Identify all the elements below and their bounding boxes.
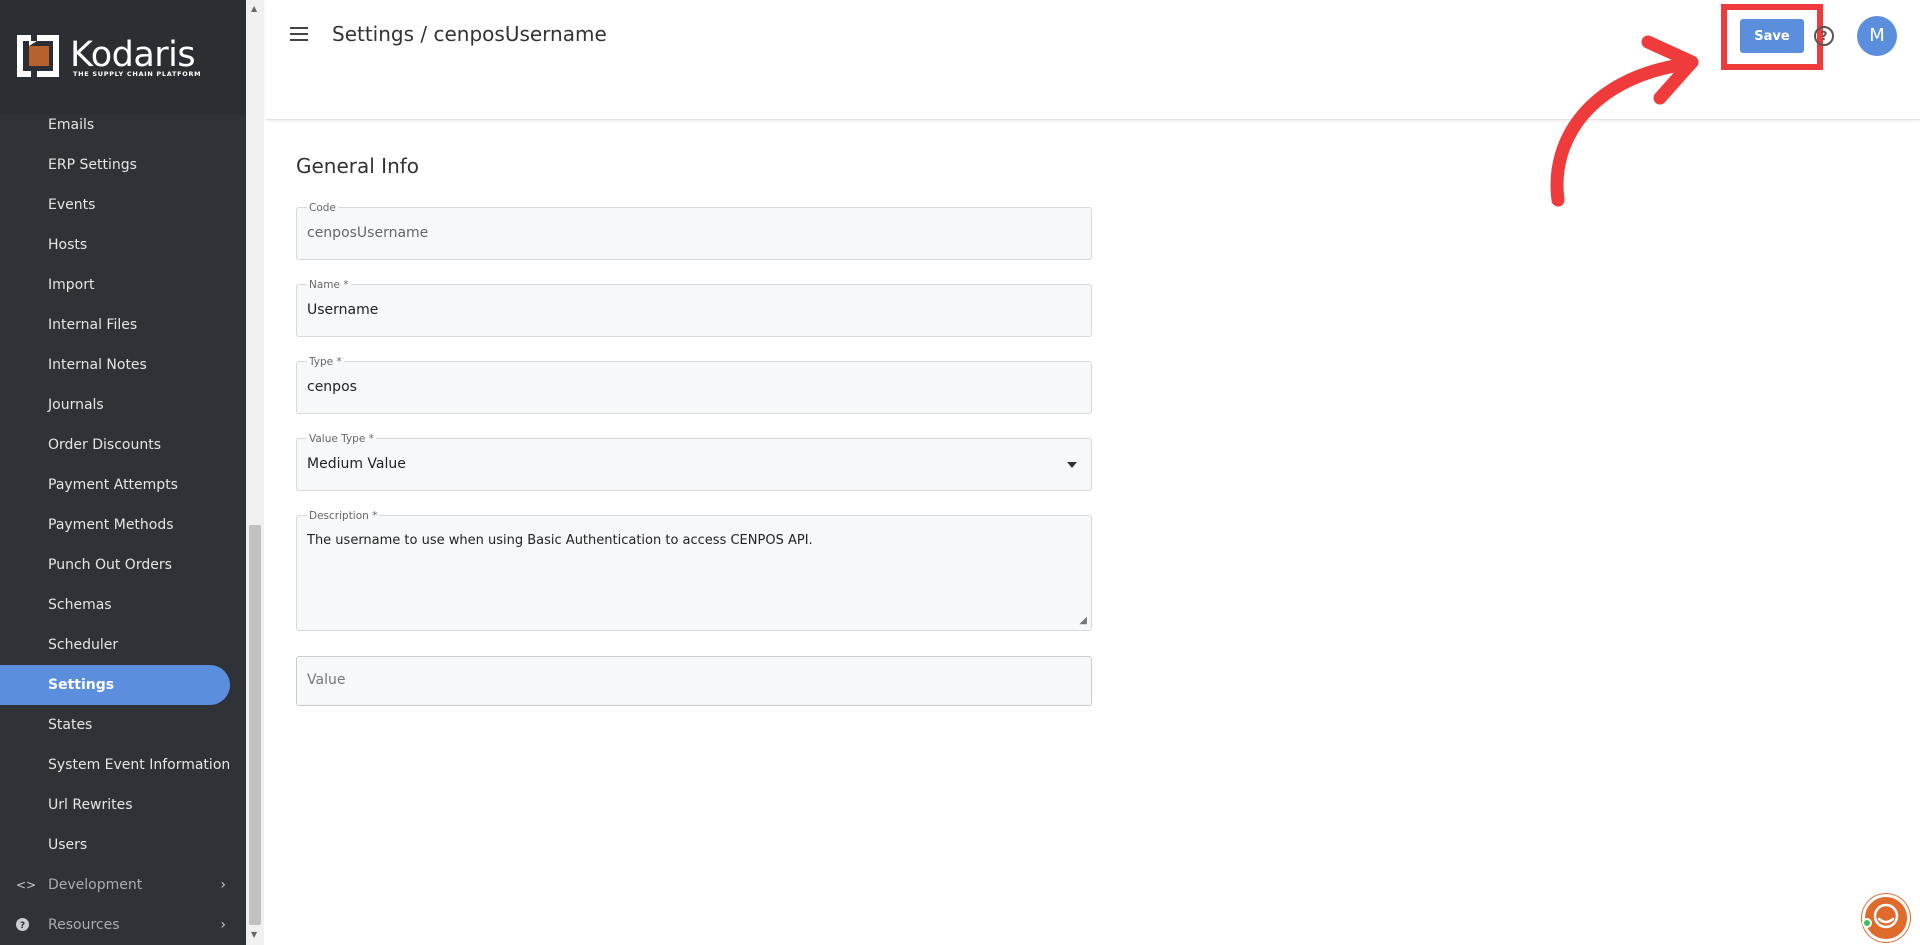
sidebar-item-label: Settings bbox=[48, 677, 115, 693]
sidebar-item-label: Schemas bbox=[48, 597, 112, 613]
annotation-arrow-icon bbox=[1550, 35, 1699, 207]
scroll-down-arrow-icon[interactable]: ▼ bbox=[251, 930, 257, 939]
sidebar-section-label: Development bbox=[48, 877, 143, 893]
description-textarea[interactable]: Description * The username to use when u… bbox=[296, 510, 1092, 631]
description-value: The username to use when using Basic Aut… bbox=[307, 533, 813, 548]
sidebar-item-payment-methods[interactable]: Payment Methods bbox=[0, 505, 230, 545]
page-title: Settings / cenposUsername bbox=[332, 22, 607, 46]
sidebar-item-label: Url Rewrites bbox=[48, 797, 133, 813]
sidebar-item-label: Order Discounts bbox=[48, 437, 161, 453]
sidebar-item-label: Internal Notes bbox=[48, 357, 147, 373]
sidebar-item-hosts[interactable]: Hosts bbox=[0, 225, 230, 265]
code-value: cenposUsername bbox=[307, 225, 429, 241]
sidebar-item-events[interactable]: Events bbox=[0, 185, 230, 225]
sidebar-item-schemas[interactable]: Schemas bbox=[0, 585, 230, 625]
sidebar-item-label: ERP Settings bbox=[48, 157, 137, 173]
svg-text:?: ? bbox=[20, 921, 25, 931]
sidebar-item-internal-files[interactable]: Internal Files bbox=[0, 305, 230, 345]
sidebar-item-label: Payment Attempts bbox=[48, 477, 178, 493]
code-field[interactable]: Code cenposUsername bbox=[296, 202, 1092, 260]
sidebar-item-url-rewrites[interactable]: Url Rewrites bbox=[0, 785, 230, 825]
sidebar-item-label: Users bbox=[48, 837, 88, 853]
kodaris-logo-icon bbox=[17, 35, 59, 77]
name-field[interactable]: Name * Username bbox=[296, 279, 1092, 337]
resize-handle-icon[interactable]: ◢ bbox=[1079, 615, 1087, 626]
dropdown-caret-icon[interactable] bbox=[1067, 462, 1077, 468]
sidebar-section-resources[interactable]: ? Resources › bbox=[0, 905, 230, 945]
value-type-select[interactable]: Value Type * Medium Value bbox=[296, 433, 1092, 491]
online-status-dot bbox=[1862, 918, 1872, 928]
brand-tagline: THE SUPPLY CHAIN PLATFORM bbox=[73, 70, 202, 78]
sidebar-item-label: Emails bbox=[48, 117, 95, 133]
sidebar-item-import[interactable]: Import bbox=[0, 265, 230, 305]
type-value: cenpos bbox=[307, 379, 357, 395]
description-label: Description * bbox=[307, 510, 380, 522]
sidebar-item-order-discounts[interactable]: Order Discounts bbox=[0, 425, 230, 465]
code-label: Code bbox=[307, 202, 338, 214]
sidebar-item-label: Hosts bbox=[48, 237, 88, 253]
chevron-right-icon: › bbox=[220, 917, 226, 933]
help-circle-icon: ? bbox=[16, 905, 29, 945]
code-icon: <> bbox=[16, 878, 37, 892]
sidebar-item-label: States bbox=[48, 717, 93, 733]
brand-name: Kodaris bbox=[70, 35, 196, 75]
value-placeholder: Value bbox=[307, 672, 346, 688]
sidebar-item-label: Payment Methods bbox=[48, 517, 174, 533]
sidebar-section-development[interactable]: <> Development › bbox=[0, 865, 230, 905]
sidebar-item-label: Punch Out Orders bbox=[48, 557, 172, 573]
sidebar-section-label: Resources bbox=[48, 917, 120, 933]
chevron-right-icon: › bbox=[220, 877, 226, 893]
sidebar-item-label: Events bbox=[48, 197, 96, 213]
sidebar-item-emails[interactable]: Emails bbox=[0, 105, 230, 145]
sidebar-item-punch-out-orders[interactable]: Punch Out Orders bbox=[0, 545, 230, 585]
type-label: Type * bbox=[307, 356, 344, 368]
sidebar-scrollbar[interactable]: ▲ ▼ bbox=[246, 0, 264, 945]
logo[interactable]: Kodaris THE SUPPLY CHAIN PLATFORM bbox=[0, 0, 246, 115]
sidebar-item-label: Import bbox=[48, 277, 95, 293]
value-input[interactable]: Value bbox=[296, 656, 1092, 706]
section-title: General Info bbox=[296, 154, 420, 178]
sidebar-item-label: Internal Files bbox=[48, 317, 138, 333]
sidebar-item-system-event-information[interactable]: System Event Information bbox=[0, 745, 230, 785]
sidebar-item-label: System Event Information bbox=[48, 757, 231, 773]
scroll-thumb[interactable] bbox=[249, 525, 261, 925]
sidebar-item-erp-settings[interactable]: ERP Settings bbox=[0, 145, 230, 185]
value-type-label: Value Type * bbox=[307, 433, 376, 445]
sidebar-item-label: Scheduler bbox=[48, 637, 119, 653]
scroll-up-arrow-icon[interactable]: ▲ bbox=[251, 4, 257, 13]
sidebar-item-label: Journals bbox=[48, 397, 104, 413]
hamburger-menu-icon[interactable] bbox=[290, 27, 312, 45]
name-label: Name * bbox=[307, 279, 351, 291]
type-field[interactable]: Type * cenpos bbox=[296, 356, 1092, 414]
avatar[interactable]: M bbox=[1857, 16, 1897, 56]
sidebar-item-journals[interactable]: Journals bbox=[0, 385, 230, 425]
sidebar-item-users[interactable]: Users bbox=[0, 825, 230, 865]
name-value: Username bbox=[307, 302, 379, 318]
sidebar-item-payment-attempts[interactable]: Payment Attempts bbox=[0, 465, 230, 505]
sidebar: Kodaris THE SUPPLY CHAIN PLATFORM Emails… bbox=[0, 0, 246, 945]
sidebar-item-scheduler[interactable]: Scheduler bbox=[0, 625, 230, 665]
sidebar-item-internal-notes[interactable]: Internal Notes bbox=[0, 345, 230, 385]
sidebar-item-settings[interactable]: Settings bbox=[0, 665, 230, 705]
sidebar-item-states[interactable]: States bbox=[0, 705, 230, 745]
help-icon[interactable]: ? bbox=[1814, 26, 1834, 46]
value-type-value: Medium Value bbox=[307, 456, 406, 472]
save-highlight-box bbox=[1721, 4, 1823, 70]
